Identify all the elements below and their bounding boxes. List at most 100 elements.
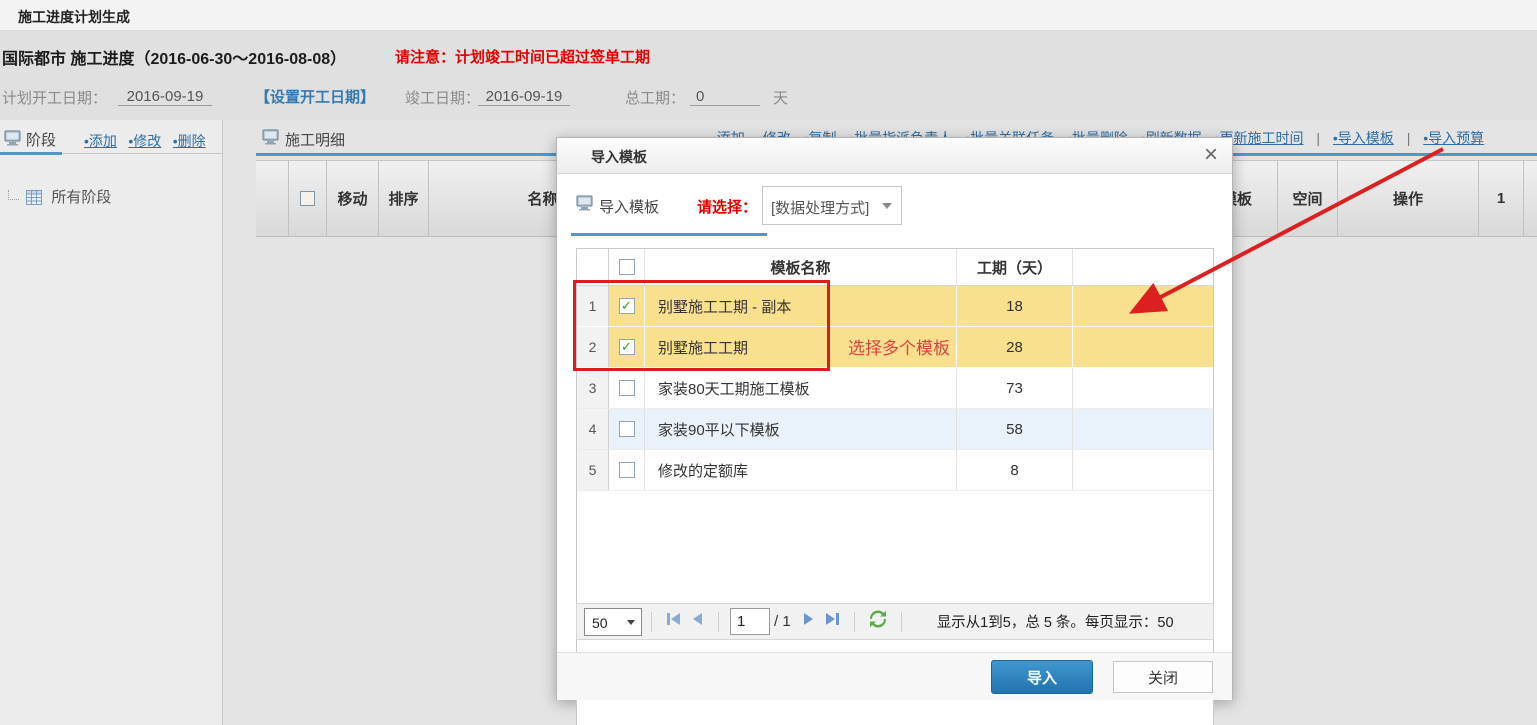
header-template-name: 模板名称 [645, 249, 957, 285]
template-days: 28 [957, 327, 1073, 367]
data-mode-value: [数据处理方式] [771, 197, 869, 218]
template-row[interactable]: 2 ✓ 别墅施工工期 28 [577, 327, 1213, 368]
toolbar-separator: | [1407, 130, 1411, 146]
dialog-tab-row: 导入模板 请选择： [数据处理方式] [557, 174, 1232, 236]
monitor-icon [576, 195, 594, 216]
first-page-icon[interactable] [666, 612, 682, 631]
template-days: 8 [957, 450, 1073, 490]
import-button[interactable]: 导入 [991, 660, 1093, 694]
template-days: 18 [957, 286, 1073, 326]
stage-delete-link[interactable]: •删除 [173, 133, 206, 149]
stage-actions: •添加 •修改 •删除 [84, 131, 213, 151]
toolbar-import-budget-link[interactable]: •导入预算 [1423, 130, 1484, 146]
row-index: 3 [577, 368, 609, 408]
col-spacer [256, 161, 288, 236]
page-total-label: / 1 [774, 613, 791, 630]
col-day-1: 1 [1478, 161, 1523, 236]
dialog-title: 导入模板 [591, 147, 647, 167]
template-days: 58 [957, 409, 1073, 449]
dialog-footer: 导入 关闭 [557, 652, 1232, 700]
header-index-cell [577, 249, 609, 285]
row-checkbox-unchecked[interactable] [619, 462, 635, 478]
row-checkbox-checked[interactable]: ✓ [619, 298, 635, 314]
monitor-icon [4, 130, 22, 151]
page-title: 施工进度计划生成 [18, 7, 130, 27]
template-row[interactable]: 1 ✓ 别墅施工工期 - 副本 18 [577, 286, 1213, 327]
col-space: 空间 [1277, 161, 1337, 236]
stage-add-link[interactable]: •添加 [84, 133, 117, 149]
data-mode-dropdown[interactable]: [数据处理方式] [762, 186, 902, 225]
close-button[interactable]: 关闭 [1113, 661, 1213, 693]
finish-date-input[interactable]: 2016-09-19 [478, 88, 570, 106]
row-index: 2 [577, 327, 609, 367]
template-table-header: 模板名称 工期（天） [577, 249, 1213, 286]
template-row[interactable]: 4 家装90平以下模板 58 [577, 409, 1213, 450]
total-duration-label: 总工期： [625, 87, 685, 108]
stage-edit-link[interactable]: •修改 [128, 133, 161, 149]
detail-panel-title: 施工明细 [285, 129, 345, 150]
page-number-input[interactable] [730, 608, 770, 635]
stage-panel-title: 阶段 [26, 129, 56, 150]
select-all-checkbox[interactable] [300, 191, 315, 206]
dialog-tab-import-template[interactable]: 导入模板 [599, 196, 659, 217]
app-window: 施工进度计划生成 国际都市 施工进度（2016-06-30～2016-08-08… [0, 0, 1537, 725]
template-name: 别墅施工工期 [645, 327, 957, 367]
template-name: 家装80天工期施工模板 [645, 368, 957, 408]
row-checkbox-unchecked[interactable] [619, 421, 635, 437]
last-page-icon[interactable] [824, 612, 840, 631]
project-title: 国际都市 施工进度（2016-06-30～2016-08-08） [2, 45, 346, 69]
set-start-date-link[interactable]: 【设置开工日期】 [255, 86, 375, 107]
template-name: 修改的定额库 [645, 450, 957, 490]
row-extra-cell [1073, 368, 1213, 408]
template-row[interactable]: 5 修改的定额库 8 [577, 450, 1213, 491]
plan-start-input[interactable]: 2016-09-19 [118, 88, 212, 106]
divider [651, 612, 652, 632]
chevron-down-icon [627, 620, 635, 625]
row-extra-cell [1073, 450, 1213, 490]
chevron-down-icon [882, 203, 892, 209]
dialog-tab-underline [571, 233, 767, 236]
select-all-checkbox[interactable] [619, 259, 635, 275]
col-operation: 操作 [1337, 161, 1478, 236]
row-checkbox-checked[interactable]: ✓ [619, 339, 635, 355]
next-page-icon[interactable] [802, 612, 814, 631]
tree-item-all-stages[interactable]: 所有阶段 [8, 186, 111, 209]
stage-panel-header: 阶段 •添加 •修改 •删除 [0, 125, 222, 152]
divider [718, 612, 719, 632]
stage-head-border [62, 153, 222, 154]
window-titlebar: 施工进度计划生成 [0, 0, 1537, 31]
template-days: 73 [957, 368, 1073, 408]
page-size-value: 50 [592, 615, 608, 631]
date-field-row: 计划开工日期： 2016-09-19 【设置开工日期】 竣工日期： 2016-0… [0, 83, 1537, 117]
row-checkbox-unchecked[interactable] [619, 380, 635, 396]
header-extra [1073, 249, 1213, 285]
template-row[interactable]: 3 家装80天工期施工模板 73 [577, 368, 1213, 409]
finish-date-label: 竣工日期： [405, 87, 480, 108]
row-index: 5 [577, 450, 609, 490]
col-move: 移动 [326, 161, 378, 236]
pagination-bar: 50 / 1 显示从1到5，总 5 条。每页 [576, 603, 1214, 640]
row-extra-cell [1073, 286, 1213, 326]
col-checkbox [288, 161, 326, 236]
toolbar-import-template-link[interactable]: •导入模板 [1333, 130, 1394, 146]
row-extra-cell [1073, 409, 1213, 449]
header-checkbox-cell [609, 249, 645, 285]
pagination-info: 显示从1到5，总 5 条。每页显示：50 [937, 611, 1174, 632]
toolbar-separator: | [1316, 130, 1320, 146]
total-duration-input[interactable]: 0 [690, 88, 760, 106]
col-sort: 排序 [378, 161, 428, 236]
grid-table-icon [26, 190, 42, 209]
tree-elbow-icon [8, 190, 19, 200]
col-day-next-partial [1523, 161, 1537, 236]
prev-page-icon[interactable] [692, 612, 704, 631]
header-duration: 工期（天） [957, 249, 1073, 285]
template-name: 家装90平以下模板 [645, 409, 957, 449]
dialog-titlebar[interactable]: 导入模板 × [557, 138, 1232, 174]
row-extra-cell [1073, 327, 1213, 367]
refresh-icon[interactable] [869, 610, 887, 633]
select-prompt-label: 请选择： [697, 196, 757, 217]
close-icon[interactable]: × [1204, 142, 1218, 168]
page-size-dropdown[interactable]: 50 [584, 608, 642, 636]
tree-item-label: 所有阶段 [51, 189, 111, 206]
monitor-icon [262, 129, 280, 150]
